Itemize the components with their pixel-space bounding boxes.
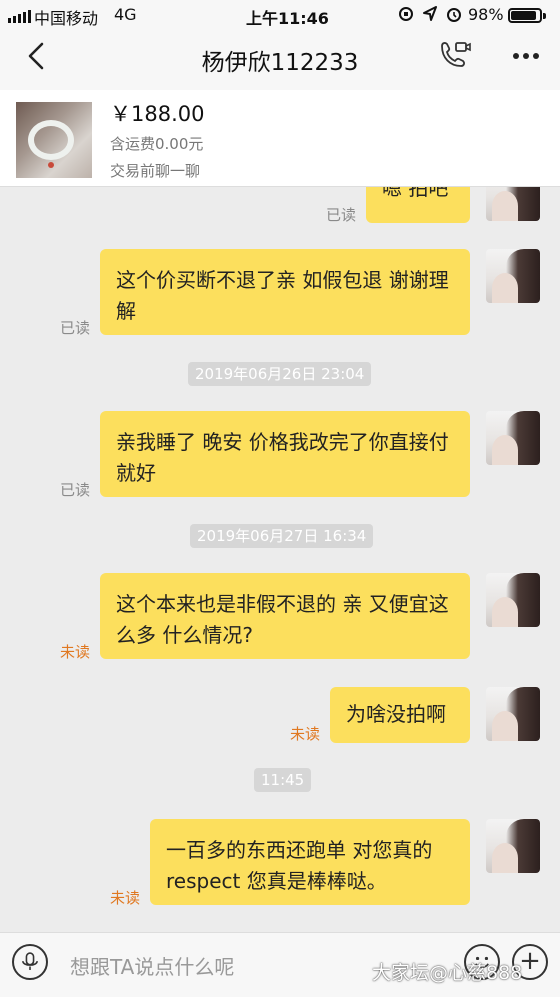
- voice-input-icon[interactable]: [12, 944, 48, 980]
- signal-icon: [8, 10, 31, 23]
- product-card[interactable]: ￥188.00 含运费0.00元 交易前聊一聊: [0, 90, 560, 187]
- status-bar: 中国移动 4G 上午11:46 98%: [0, 0, 560, 30]
- timestamp: 2019年06月27日 16:34: [190, 524, 374, 548]
- alarm-icon: [447, 8, 461, 22]
- carrier-label: 中国移动: [34, 9, 99, 28]
- read-status: 已读: [326, 206, 357, 224]
- read-status: 已读: [60, 319, 91, 337]
- avatar[interactable]: [486, 187, 540, 221]
- unread-status: 未读: [290, 725, 321, 743]
- avatar[interactable]: [486, 687, 540, 741]
- message-bubble[interactable]: 这个价买断不退了亲 如假包退 谢谢理解: [100, 249, 470, 335]
- avatar[interactable]: [486, 573, 540, 627]
- message-bubble[interactable]: 嗯 拍吧: [366, 187, 470, 223]
- top-bar: 中国移动 4G 上午11:46 98% 杨伊欣112233: [0, 0, 560, 90]
- more-options-icon[interactable]: [506, 40, 546, 72]
- message-bubble[interactable]: 为啥没拍啊: [330, 687, 470, 743]
- message-bubble[interactable]: 亲我睡了 晚安 价格我改完了你直接付就好: [100, 411, 470, 497]
- location-icon: [423, 6, 437, 21]
- chat-area[interactable]: 嗯 拍吧 已读 这个价买断不退了亲 如假包退 谢谢理解 已读 2019年06月2…: [0, 187, 560, 932]
- page-title: 杨伊欣112233: [201, 50, 359, 76]
- shipping-label: 含运费0.00元: [110, 135, 204, 153]
- product-thumbnail[interactable]: [16, 102, 92, 178]
- unread-status: 未读: [110, 889, 141, 907]
- video-call-icon[interactable]: [436, 40, 472, 72]
- battery-icon: [508, 8, 542, 23]
- product-price: ￥188.00: [110, 102, 205, 126]
- unread-status: 未读: [60, 643, 91, 661]
- avatar[interactable]: [486, 249, 540, 303]
- rotation-lock-icon: [399, 7, 413, 21]
- message-bubble[interactable]: 这个本来也是非假不退的 亲 又便宜这么多 什么情况?: [100, 573, 470, 659]
- message-bubble[interactable]: 一百多的东西还跑单 对您真的respect 您真是棒棒哒。: [150, 819, 470, 905]
- timestamp: 2019年06月26日 23:04: [188, 362, 372, 386]
- read-status: 已读: [60, 481, 91, 499]
- status-time: 上午11:46: [246, 9, 329, 28]
- chat-before-trade-label: 交易前聊一聊: [110, 162, 201, 180]
- timestamp: 11:45: [254, 768, 312, 792]
- watermark: 大家坛@心慈888: [372, 962, 523, 984]
- battery-percent: 98%: [468, 5, 504, 24]
- avatar[interactable]: [486, 819, 540, 873]
- network-label: 4G: [114, 5, 137, 24]
- avatar[interactable]: [486, 411, 540, 465]
- message-input[interactable]: 想跟TA说点什么呢: [70, 951, 234, 980]
